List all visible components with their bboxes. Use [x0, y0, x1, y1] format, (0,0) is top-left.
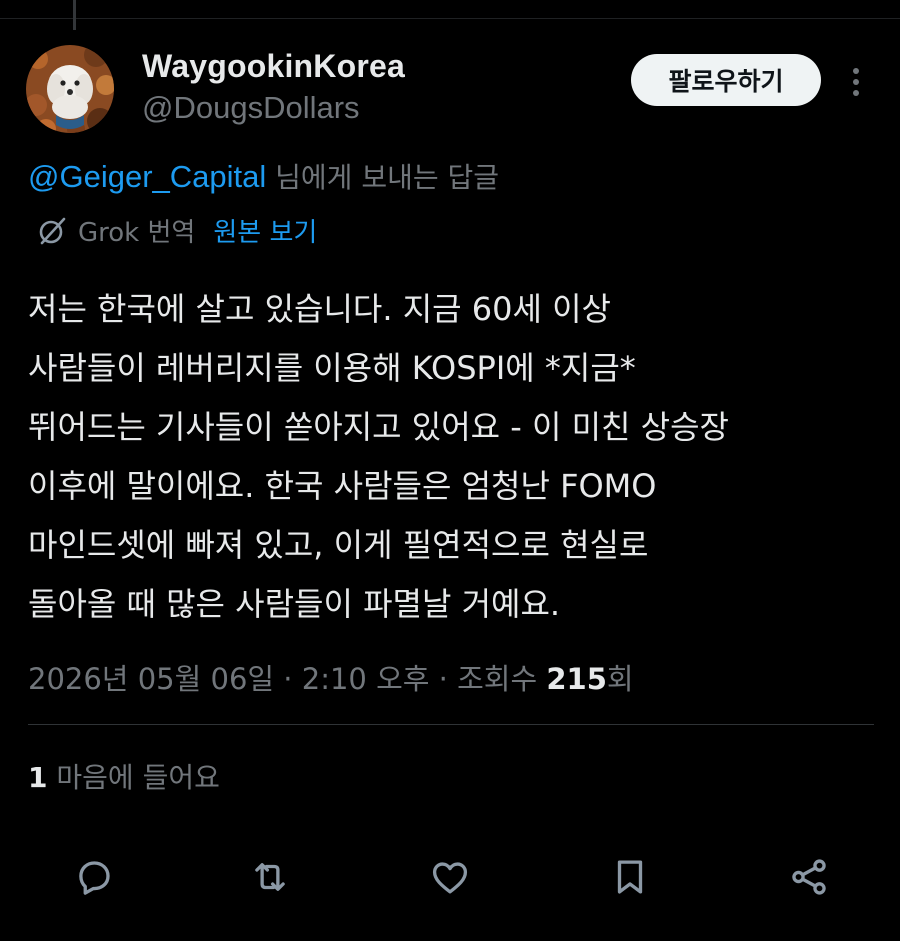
meta-separator: · — [429, 662, 458, 696]
reply-context: @Geiger_Capital 님에게 보내는 답글 — [28, 156, 499, 196]
translation-label: Grok 번역 — [78, 218, 196, 248]
reply-context-suffix: 님에게 보내는 답글 — [266, 161, 500, 194]
views-count: 215 — [546, 662, 607, 696]
translation-row: Grok 번역 원본 보기 — [36, 212, 317, 249]
tweet-text-line: 저는 한국에 살고 있습니다. 지금 60세 이상 — [28, 290, 611, 328]
reply-icon[interactable] — [69, 852, 119, 902]
tweet-text: 저는 한국에 살고 있습니다. 지금 60세 이상 사람들이 레버리지를 이용해… — [28, 280, 888, 634]
tweet-date[interactable]: 2026년 05월 06일 — [28, 662, 274, 696]
repost-icon[interactable] — [245, 852, 295, 902]
tweet-text-line: 이후에 말이에요. 한국 사람들은 엄청난 FOMO — [28, 467, 657, 505]
tweet-text-line: 뛰어드는 기사들이 쏟아지고 있어요 - 이 미친 상승장 — [28, 408, 729, 446]
grok-icon — [36, 215, 68, 247]
likes-count: 1 — [28, 761, 48, 794]
likes-label: 마음에 들어요 — [47, 761, 220, 794]
divider — [28, 724, 874, 725]
author-display-name[interactable]: WaygookinKorea — [142, 48, 405, 85]
heart-icon[interactable] — [425, 852, 475, 902]
tweet-text-line: 마인드셋에 빠져 있고, 이게 필연적으로 현실로 — [28, 526, 649, 564]
tweet-text-line: 사람들이 레버리지를 이용해 KOSPI에 *지금* — [28, 349, 636, 387]
action-bar — [0, 852, 900, 902]
show-original-link[interactable]: 원본 보기 — [213, 212, 317, 249]
tweet-text-line: 돌아올 때 많은 사람들이 파멸날 거예요. — [28, 585, 561, 623]
top-divider — [0, 18, 900, 19]
tweet-metadata: 2026년 05월 06일 · 2:10 오후 · 조회수 215회 — [28, 656, 634, 698]
more-vertical-icon[interactable] — [842, 62, 870, 102]
tweet-time[interactable]: 2:10 오후 — [302, 662, 430, 696]
views-suffix: 회 — [606, 662, 634, 696]
avatar[interactable] — [26, 45, 114, 133]
author-handle[interactable]: @DougsDollars — [142, 90, 360, 126]
views-label: 조회수 — [457, 662, 547, 696]
likes-summary[interactable]: 1 마음에 들어요 — [28, 756, 220, 796]
meta-separator: · — [274, 662, 302, 696]
follow-button[interactable]: 팔로우하기 — [631, 54, 821, 106]
thread-connector-line — [73, 0, 76, 30]
bookmark-icon[interactable] — [605, 852, 655, 902]
share-icon[interactable] — [784, 852, 834, 902]
reply-mention-link[interactable]: @Geiger_Capital — [28, 159, 266, 194]
